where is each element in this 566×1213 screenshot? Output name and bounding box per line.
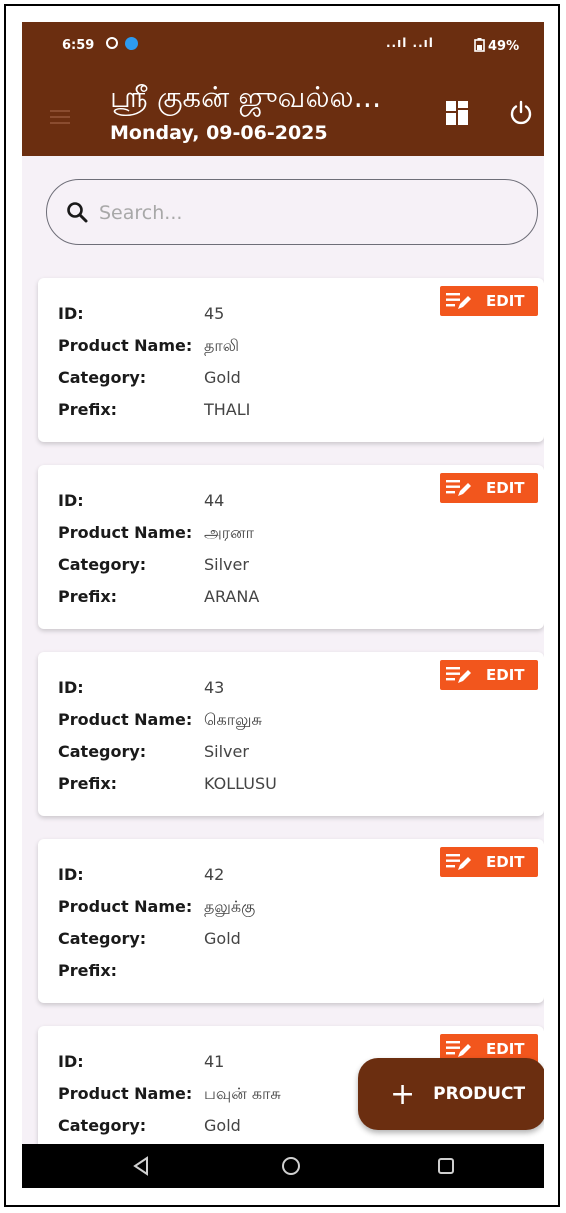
dashboard-icon[interactable] [446,101,468,125]
product-card: EDIT ID: 45 Product Name: தாலி Category: Go… [38,278,544,442]
system-nav-bar [22,1144,544,1188]
id-label: ID: [58,1052,84,1071]
id-label: ID: [58,678,84,697]
id-label: ID: [58,304,84,323]
category-label: Category: [58,742,147,761]
category-label: Category: [58,1116,147,1135]
battery-percent: 49% [488,39,520,54]
product-card: EDIT ID: 44 Product Name: அரனா Category: Si… [38,465,544,629]
product-name-label: Product Name: [58,1084,193,1103]
menu-icon[interactable] [50,110,70,124]
id-value: 44 [204,491,225,510]
product-name-value: பவுன் காசு [204,1084,281,1103]
notification-icon [106,37,118,49]
product-card: EDIT ID: 43 Product Name: கொலுசு Category:… [38,652,544,816]
category-value: Gold [204,929,241,948]
category-value: Silver [204,555,249,574]
add-product-label: PRODUCT [433,1084,526,1104]
page-title: ஸ்ரீ குகன் ஜுவல்ல... [110,80,382,114]
edit-icon [446,1041,471,1057]
product-name-label: Product Name: [58,523,193,542]
status-time: 6:59 [62,38,95,53]
category-label: Category: [58,368,147,387]
edit-label: EDIT [486,292,525,310]
id-label: ID: [58,865,84,884]
category-label: Category: [58,929,147,948]
app-notification-icon [125,37,138,50]
add-product-button[interactable]: + PRODUCT [358,1058,544,1130]
category-value: Gold [204,1116,241,1135]
product-name-label: Product Name: [58,336,193,355]
prefix-value: ARANA [204,587,260,606]
home-icon[interactable] [280,1155,302,1177]
app-bar: 6:59 ..ıl ..ıl 49% ஸ்ரீ குகன் ஜுவல்ல... … [22,22,544,156]
prefix-label: Prefix: [58,961,118,980]
id-value: 41 [204,1052,225,1071]
product-card: EDIT ID: 42 Product Name: தலுக்கு Category… [38,839,544,1003]
product-name-value: கொலுசு [204,710,262,729]
prefix-label: Prefix: [58,587,118,606]
category-value: Gold [204,368,241,387]
battery-icon [474,38,485,52]
prefix-value: KOLLUSU [204,774,277,793]
edit-icon [446,667,471,683]
recents-icon[interactable] [436,1156,456,1176]
search-bar[interactable] [46,179,538,245]
search-icon [67,202,88,223]
prefix-value: THALI [204,400,251,419]
phone-screen: 6:59 ..ıl ..ıl 49% ஸ்ரீ குகன் ஜுவல்ல... … [22,22,544,1188]
page-date: Monday, 09-06-2025 [110,122,328,144]
prefix-label: Prefix: [58,774,118,793]
search-input[interactable] [97,194,501,232]
back-icon[interactable] [132,1156,150,1176]
product-name-value: தாலி [204,336,240,355]
prefix-label: Prefix: [58,400,118,419]
id-value: 45 [204,304,225,323]
status-bar: 6:59 ..ıl ..ıl 49% [22,22,544,70]
edit-button[interactable]: EDIT [440,286,538,316]
product-name-value: தலுக்கு [204,897,256,916]
edit-button[interactable]: EDIT [440,473,538,503]
edit-icon [446,293,471,309]
edit-button[interactable]: EDIT [440,660,538,690]
product-name-value: அரனா [204,523,254,542]
edit-icon [446,480,471,496]
id-value: 43 [204,678,225,697]
category-label: Category: [58,555,147,574]
id-value: 42 [204,865,225,884]
battery-status: 49% [474,38,519,54]
edit-button[interactable]: EDIT [440,847,538,877]
edit-label: EDIT [486,1040,525,1058]
plus-icon: + [390,1076,416,1112]
edit-icon [446,854,471,870]
edit-label: EDIT [486,479,525,497]
category-value: Silver [204,742,249,761]
edit-label: EDIT [486,666,525,684]
product-name-label: Product Name: [58,710,193,729]
product-name-label: Product Name: [58,897,193,916]
edit-label: EDIT [486,853,525,871]
id-label: ID: [58,491,84,510]
signal-icon: ..ıl ..ıl [386,36,434,50]
power-icon[interactable] [509,100,533,126]
